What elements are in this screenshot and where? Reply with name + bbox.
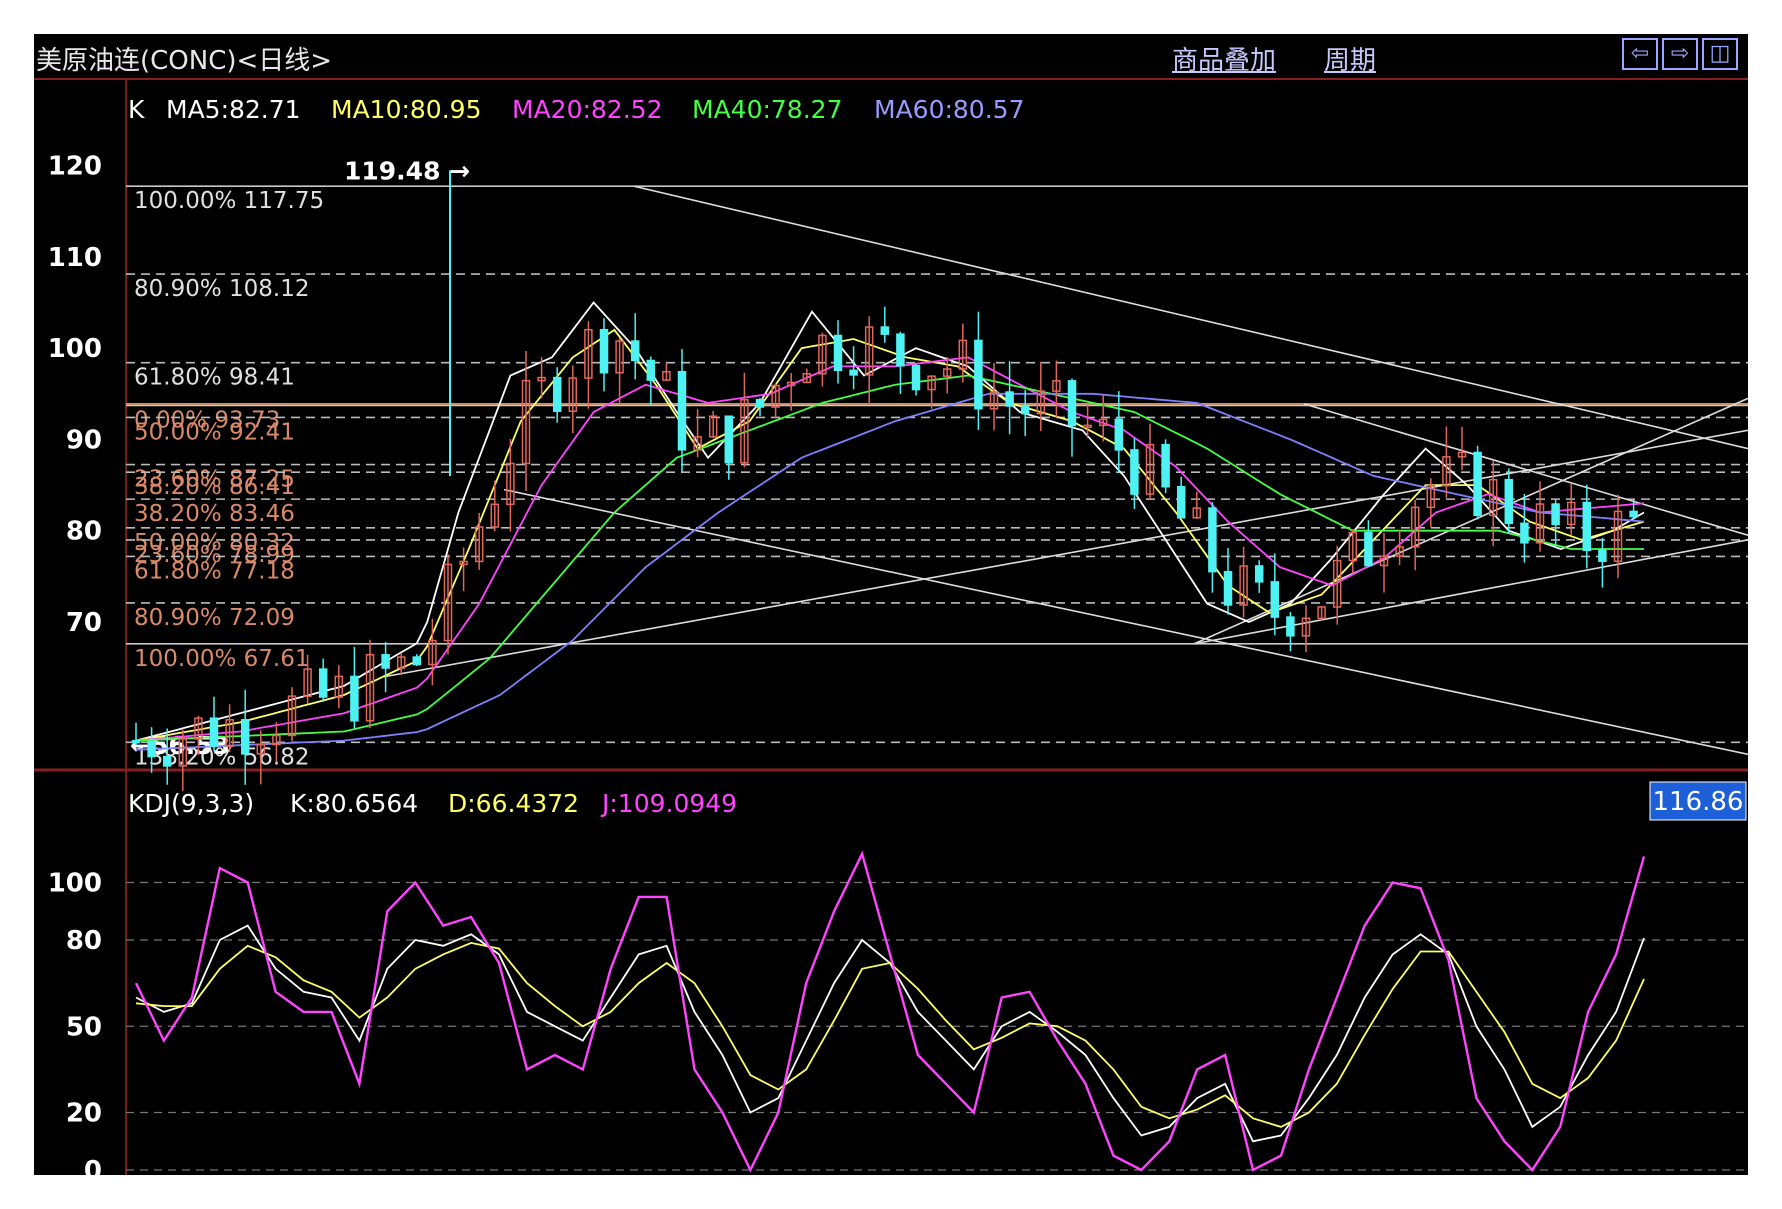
legend-kdj-d: D:66.4372: [448, 789, 579, 818]
fib-label: 38.20% 86.41: [134, 474, 295, 500]
candle-body: [755, 399, 765, 408]
chart-title: 美原油连(CONC)<日线>: [36, 46, 333, 76]
title-bar: 美原油连(CONC)<日线> 商品叠加 周期 ⇦ ⇨ ◫: [34, 34, 1748, 80]
legend-kdj-name: KDJ(9,3,3): [128, 789, 254, 818]
price-tick-label: 80: [66, 517, 102, 547]
kdj-tick-label: 50: [66, 1012, 102, 1042]
price-panel: 100.00% 117.75 80.90% 108.12 61.80% 98.41 0…: [34, 80, 1748, 1175]
candle-body: [1223, 570, 1233, 606]
candle-body: [1161, 443, 1170, 488]
candle-body: [1254, 565, 1264, 583]
fib-label: 80.90% 108.12: [134, 276, 310, 302]
chart-window: 美原油连(CONC)<日线> 商品叠加 周期 ⇦ ⇨ ◫ 100.00% 117…: [34, 34, 1748, 1175]
candle-body: [833, 334, 843, 372]
legend-ma5: MA5:82.71: [166, 95, 301, 124]
candle-body: [1130, 449, 1139, 495]
fib-label: 61.80% 77.18: [134, 558, 295, 584]
candle-body: [147, 740, 156, 758]
price-tick-label: 110: [48, 243, 102, 273]
kdj-tick-label: 0: [84, 1156, 102, 1175]
price-tick-label: 120: [48, 152, 102, 182]
candle-body: [240, 719, 250, 755]
candle-body: [1286, 616, 1295, 637]
kdj-tick-label: 20: [66, 1099, 102, 1129]
legend-ma20: MA20:82.52: [512, 95, 662, 124]
candle-body: [646, 359, 656, 381]
candle-body: [599, 328, 609, 374]
candle-body: [1005, 391, 1014, 407]
chart-canvas[interactable]: 100.00% 117.75 80.90% 108.12 61.80% 98.41 0…: [34, 80, 1748, 1175]
candle-body: [1208, 507, 1217, 573]
candle-body: [1020, 405, 1030, 415]
candle-body: [350, 675, 359, 722]
price-tick-label: 70: [66, 608, 102, 638]
candle-body: [1598, 549, 1607, 562]
candle-body: [1176, 486, 1186, 519]
arrow-right-icon[interactable]: ⇨: [1662, 38, 1698, 70]
candle-body: [974, 339, 983, 410]
candle-body: [1270, 581, 1280, 618]
legend-ma10: MA10:80.95: [331, 95, 481, 124]
candle-body: [896, 333, 905, 367]
candle-body: [552, 376, 562, 412]
legend-kdj-j: J:109.0949: [600, 789, 737, 818]
kdj-axis: 100 80 50 20 0: [48, 869, 102, 1176]
candle-body: [1582, 501, 1592, 552]
legend-ma40: MA40:78.27: [692, 95, 842, 124]
candle-body: [1551, 503, 1560, 526]
candle-body: [630, 340, 640, 362]
candle-body: [209, 717, 219, 748]
candle-body: [131, 739, 141, 744]
candle-body: [1473, 451, 1482, 517]
arrow-left-icon[interactable]: ⇦: [1622, 38, 1658, 70]
candle-body: [1629, 510, 1638, 518]
fib-label: 50.00% 92.41: [134, 419, 295, 445]
candle-body: [724, 415, 734, 464]
price-tag: 116.86: [1653, 787, 1744, 817]
kdj-panel: 100 80 50 20 0 KDJ(9,3,3) K:80.6564 D:66.437…: [48, 781, 1748, 1176]
fib-label: 80.90% 72.09: [134, 605, 295, 631]
candle-body: [1364, 531, 1373, 567]
price-tick-label: 100: [48, 334, 102, 364]
split-window-icon[interactable]: ◫: [1702, 38, 1738, 70]
candle-body: [1114, 418, 1124, 451]
period-button[interactable]: 周期: [1324, 40, 1376, 77]
candle-body: [1520, 522, 1529, 544]
legend-kdj-k: K:80.6564: [290, 789, 418, 818]
candle-body: [381, 654, 390, 669]
legend-k: K: [128, 95, 145, 124]
candle-body: [412, 656, 422, 666]
candle-body: [1504, 478, 1514, 525]
fib-label: 100.00% 67.61: [134, 646, 310, 672]
candle-body: [318, 668, 328, 698]
fib-label: 61.80% 98.41: [134, 365, 295, 391]
overlay-commodity-button[interactable]: 商品叠加: [1172, 40, 1276, 77]
high-price-label: 119.48 →: [344, 156, 470, 185]
candle-body: [162, 755, 172, 767]
nav-buttons: ⇦ ⇨ ◫: [1622, 38, 1738, 70]
candle-body: [911, 364, 921, 391]
fib-label: 38.20% 83.46: [134, 501, 295, 527]
price-tick-label: 90: [66, 425, 102, 455]
kdj-tick-label: 100: [48, 869, 102, 899]
kdj-j-line: [134, 850, 1646, 1173]
candle-body: [880, 326, 890, 335]
candle-body: [849, 369, 858, 376]
kdj-tick-label: 80: [66, 926, 102, 956]
fib-label: 100.00% 117.75: [134, 188, 324, 214]
candle-body: [677, 370, 687, 451]
legend-ma60: MA60:80.57: [874, 95, 1024, 124]
candle-body: [1067, 380, 1077, 427]
